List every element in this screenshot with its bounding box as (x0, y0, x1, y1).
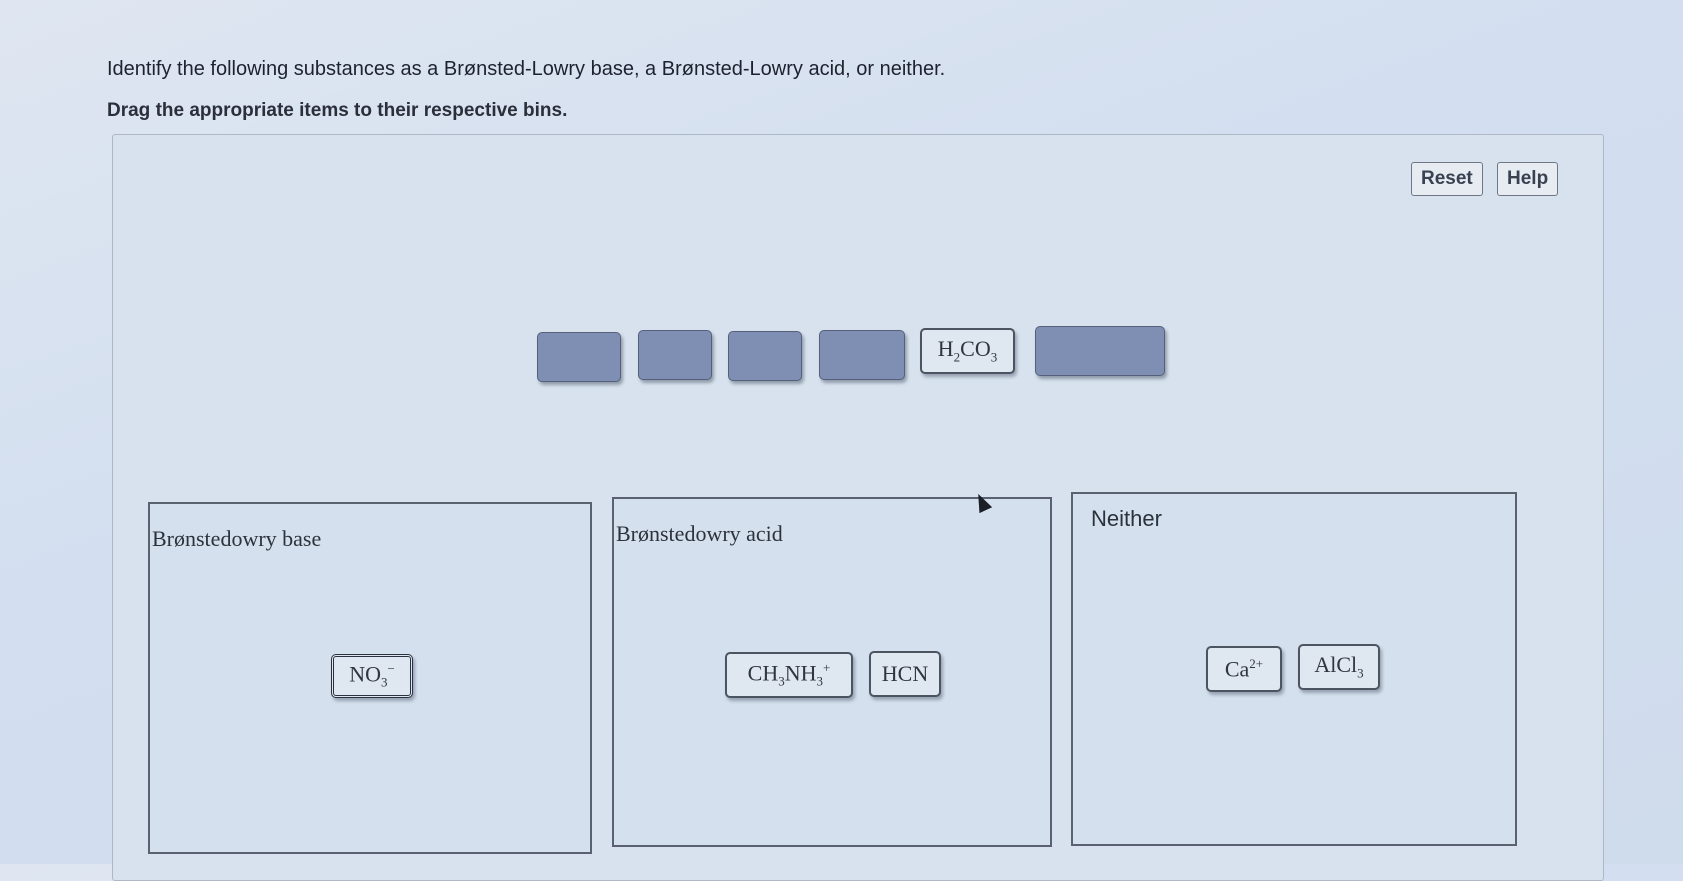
bin-title: Neither (1091, 506, 1162, 531)
draggable-item-h2co3[interactable]: H2CO3 (920, 328, 1015, 374)
empty-slot (537, 332, 621, 382)
chip-text: CH3NH3+ (747, 660, 831, 689)
reset-button[interactable]: Reset (1411, 162, 1483, 196)
empty-slot (819, 330, 905, 380)
bin-title: Brønstedowry acid (616, 521, 783, 546)
empty-slot (1035, 326, 1165, 376)
draggable-item-alcl3[interactable]: AlCl3 (1298, 644, 1380, 690)
draggable-item-hcn[interactable]: HCN (869, 651, 941, 697)
bin-bronsted-lowry-base[interactable]: Brønstedowry base NO3− (148, 502, 592, 854)
instruction-text: Identify the following substances as a B… (107, 58, 946, 80)
chip-text: H2CO3 (937, 336, 998, 365)
draggable-item-ch3nh3[interactable]: CH3NH3+ (725, 652, 853, 698)
chip-text: Ca2+ (1224, 655, 1264, 682)
empty-slot (728, 331, 802, 381)
chip-text: HCN (881, 661, 929, 686)
bin-bronsted-lowry-acid[interactable]: Brønstedowry acid CH3NH3+ HCN (612, 497, 1052, 847)
empty-slot (638, 330, 712, 380)
bin-neither[interactable]: Neither Ca2+ AlCl3 (1071, 492, 1517, 846)
drag-instruction: Drag the appropriate items to their resp… (107, 100, 568, 121)
draggable-item-ca2plus[interactable]: Ca2+ (1206, 646, 1282, 692)
chip-text: NO3− (349, 661, 395, 690)
help-button[interactable]: Help (1497, 162, 1559, 196)
bin-title: Brønstedowry base (152, 526, 322, 551)
chip-text: AlCl3 (1314, 652, 1364, 681)
draggable-item-no3[interactable]: NO3− (331, 654, 413, 698)
